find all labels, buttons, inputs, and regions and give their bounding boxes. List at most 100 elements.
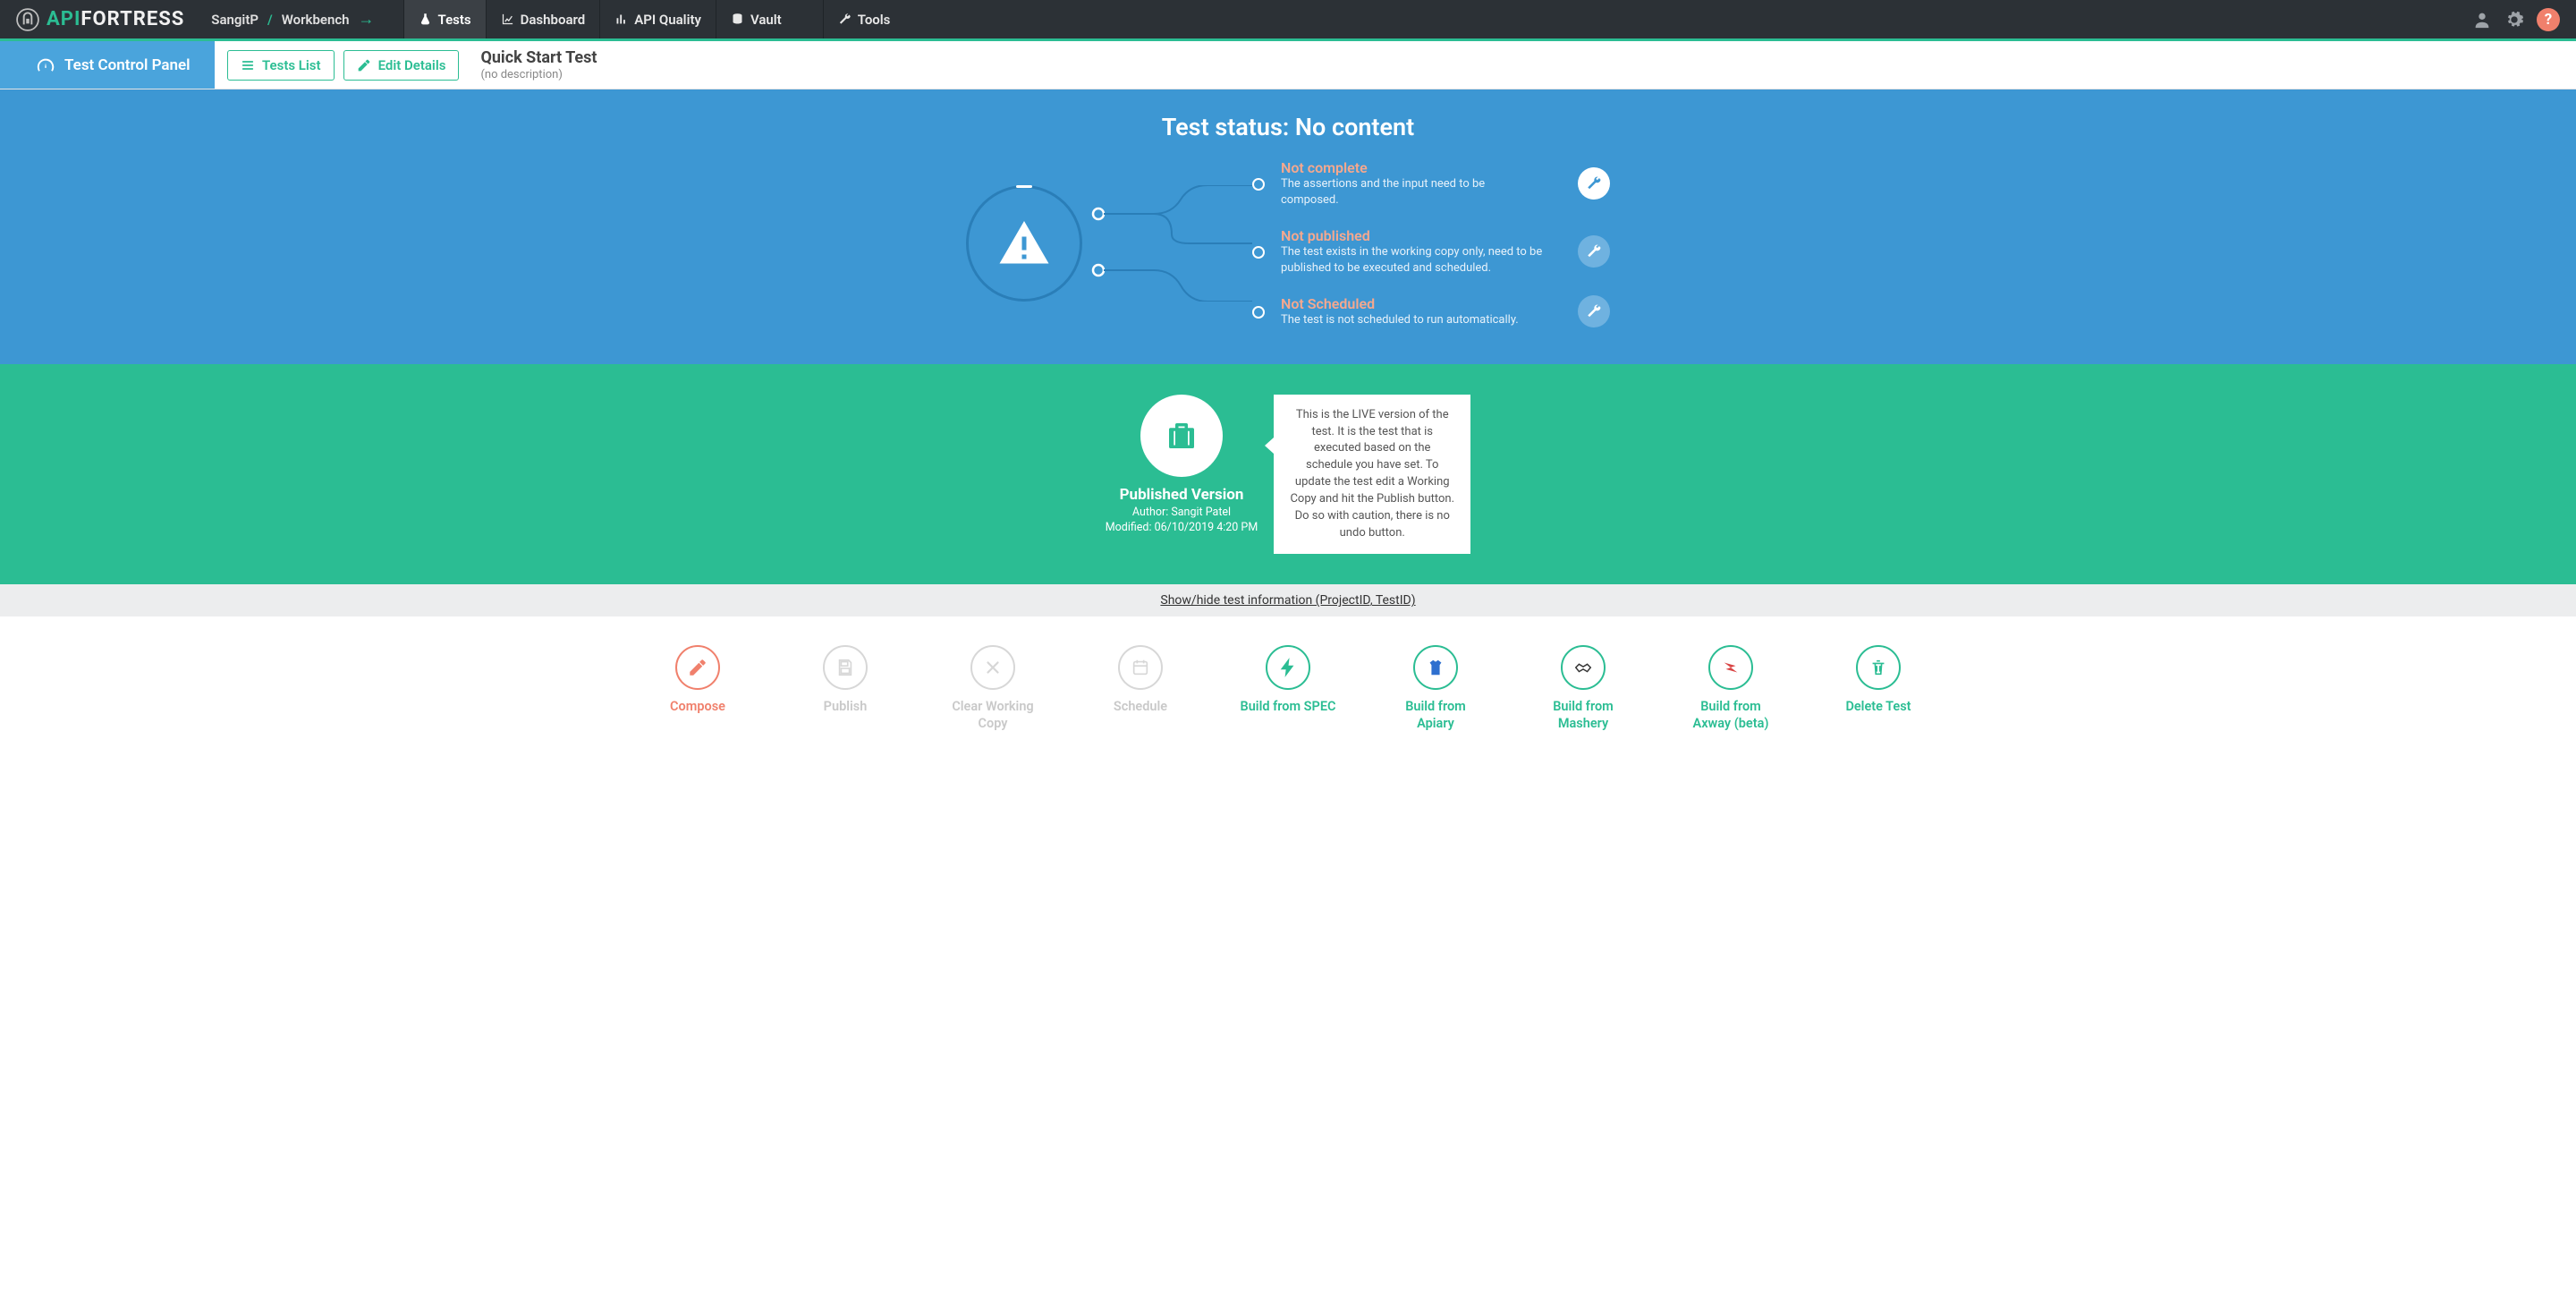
brand-text-right: FORTRESS (80, 8, 184, 30)
wrench-icon (838, 13, 852, 26)
published-author: Author: Sangit Patel (1106, 506, 1258, 519)
calendar-icon (1131, 658, 1150, 677)
nav-dashboard[interactable]: Dashboard (486, 0, 600, 38)
action-build-mashery-label: Build from Mashery (1534, 699, 1632, 731)
published-version-block: Published Version Author: Sangit Patel M… (1106, 395, 1258, 534)
nav-tests-label: Tests (438, 12, 471, 28)
brand-icon (16, 8, 39, 31)
panel-title: Test Control Panel (0, 41, 215, 89)
nav-tools[interactable]: Tools (823, 0, 905, 38)
panel-title-text: Test Control Panel (64, 56, 191, 74)
list-icon (241, 58, 255, 72)
status-row-1: Not complete The assertions and the inpu… (1252, 159, 1610, 208)
bolt-icon (1278, 658, 1298, 677)
action-schedule: Schedule (1091, 645, 1190, 731)
action-build-apiary[interactable]: Build from Apiary (1386, 645, 1485, 731)
handshake-icon (1573, 658, 1593, 677)
chart-line-icon (501, 13, 514, 26)
database-icon (731, 13, 744, 26)
gauge-icon (36, 55, 55, 75)
status-list: Not complete The assertions and the inpu… (1252, 159, 1610, 328)
edit-details-button[interactable]: Edit Details (343, 50, 460, 81)
top-nav: APIFORTRESS SangitP / Workbench → Tests … (0, 0, 2576, 41)
action-build-axway[interactable]: Build from Axway (beta) (1682, 645, 1780, 731)
published-area: Published Version Author: Sangit Patel M… (0, 364, 2576, 585)
connectors (1082, 185, 1252, 302)
status-row-2: Not published The test exists in the wor… (1252, 227, 1610, 276)
bullet-icon (1252, 178, 1265, 191)
pencil-icon (688, 658, 708, 677)
shirt-icon (1426, 658, 1445, 677)
status-dial (966, 185, 1082, 302)
status-2-title: Not published (1281, 227, 1544, 244)
action-publish: Publish (796, 645, 894, 731)
action-compose[interactable]: Compose (648, 645, 747, 731)
nav-vault[interactable]: Vault (716, 0, 796, 38)
pencil-icon (357, 58, 371, 72)
status-3-wrench-button[interactable] (1578, 295, 1610, 327)
status-1-wrench-button[interactable] (1578, 167, 1610, 200)
wrench-icon (1586, 175, 1602, 191)
nav-vault-label: Vault (750, 12, 782, 28)
action-compose-label: Compose (670, 699, 725, 715)
wrench-icon (1586, 243, 1602, 259)
published-circle[interactable] (1140, 395, 1223, 477)
breadcrumb-section[interactable]: Workbench (282, 12, 350, 28)
flask-icon (419, 13, 432, 26)
save-icon (835, 658, 855, 677)
bullet-icon (1252, 306, 1265, 319)
suitcase-icon (1163, 417, 1200, 455)
nav-api-quality[interactable]: API Quality (599, 0, 716, 38)
nav-dashboard-label: Dashboard (521, 12, 586, 28)
wrench-icon (1586, 303, 1602, 319)
action-publish-label: Publish (824, 699, 868, 715)
bar-chart-icon (614, 13, 628, 26)
nav-api-quality-label: API Quality (634, 12, 701, 28)
trash-icon (1868, 658, 1888, 677)
status-2-wrench-button[interactable] (1578, 235, 1610, 268)
edit-details-label: Edit Details (378, 57, 446, 73)
action-clear-working-copy: Clear Working Copy (944, 645, 1042, 731)
action-delete-test[interactable]: Delete Test (1829, 645, 1928, 731)
action-build-mashery[interactable]: Build from Mashery (1534, 645, 1632, 731)
breadcrumb-user[interactable]: SangitP (211, 12, 258, 28)
brand[interactable]: APIFORTRESS (0, 0, 200, 38)
arrow-right-icon[interactable]: → (359, 10, 375, 29)
action-clear-label: Clear Working Copy (944, 699, 1042, 731)
test-title: Quick Start Test (480, 48, 597, 68)
show-hide-info-link[interactable]: Show/hide test information (ProjectID, T… (1160, 593, 1415, 608)
status-3-title: Not Scheduled (1281, 295, 1544, 312)
topnav-right: ? (2472, 0, 2576, 38)
nav-items: Tests Dashboard API Quality Vault Tools (403, 0, 905, 38)
axway-icon (1721, 658, 1741, 677)
test-title-block: Quick Start Test (no description) (471, 48, 597, 81)
warning-icon (997, 217, 1051, 270)
status-1-title: Not complete (1281, 159, 1544, 176)
action-build-apiary-label: Build from Apiary (1386, 699, 1485, 731)
status-3-desc: The test is not scheduled to run automat… (1281, 312, 1544, 328)
status-row-3: Not Scheduled The test is not scheduled … (1252, 295, 1610, 328)
published-title: Published Version (1106, 486, 1258, 504)
action-delete-label: Delete Test (1845, 699, 1911, 715)
action-build-spec-label: Build from SPEC (1241, 699, 1336, 715)
status-1-desc: The assertions and the input need to be … (1281, 176, 1544, 208)
nav-tests[interactable]: Tests (403, 0, 486, 38)
help-icon[interactable]: ? (2537, 8, 2560, 31)
action-build-spec[interactable]: Build from SPEC (1239, 645, 1337, 731)
action-build-axway-label: Build from Axway (beta) (1682, 699, 1780, 731)
user-icon[interactable] (2472, 10, 2492, 30)
tests-list-label: Tests List (262, 57, 321, 73)
status-area: Test status: No content Not complete The… (0, 89, 2576, 364)
sub-bar: Test Control Panel Tests List Edit Detai… (0, 41, 2576, 89)
x-icon (983, 658, 1003, 677)
bullet-icon (1252, 246, 1265, 259)
tests-list-button[interactable]: Tests List (227, 50, 335, 81)
status-heading: Test status: No content (18, 113, 2558, 141)
action-schedule-label: Schedule (1114, 699, 1167, 715)
published-modified: Modified: 06/10/2019 4:20 PM (1106, 521, 1258, 534)
breadcrumb-sep: / (267, 12, 273, 28)
actions-row: Compose Publish Clear Working Copy Sched… (0, 616, 2576, 758)
gear-icon[interactable] (2504, 10, 2524, 30)
info-strip: Show/hide test information (ProjectID, T… (0, 584, 2576, 616)
breadcrumb: SangitP / Workbench → (200, 0, 385, 38)
